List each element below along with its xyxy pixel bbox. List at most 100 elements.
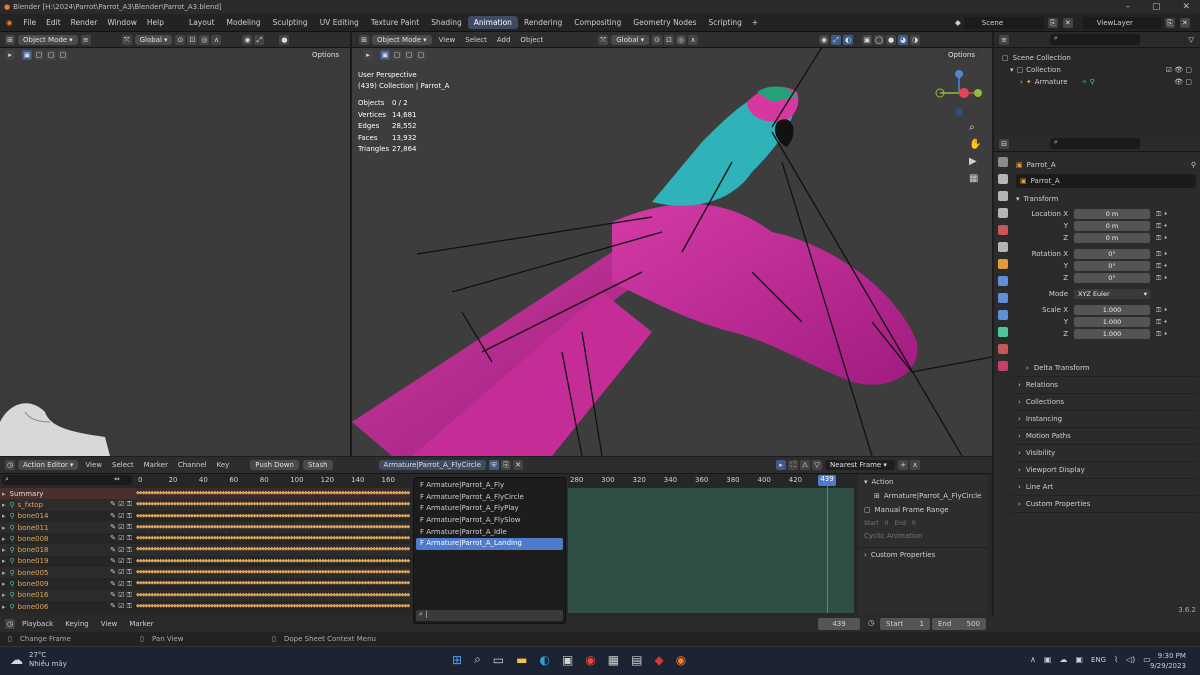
panel-line-art[interactable]: › Line Art	[1012, 479, 1198, 496]
expand-icon[interactable]: ▸	[2, 524, 6, 532]
props-type-icon[interactable]: ⊟	[999, 138, 1009, 149]
errors-icon[interactable]: ⚠	[800, 460, 811, 470]
outliner-type-icon[interactable]: ≡	[999, 34, 1009, 45]
close-icon[interactable]: ✕	[1182, 2, 1190, 12]
expand-icon[interactable]: ▸	[2, 603, 6, 611]
panel-collections[interactable]: › Collections	[1012, 394, 1198, 411]
armature-row[interactable]: › ✦ Armature ✧ ⚲ 👁 ▢	[1002, 76, 1192, 88]
keyframe-row[interactable]: ◆◆◆◆◆◆◆◆◆◆◆◆◆◆◆◆◆◆◆◆◆◆◆◆◆◆◆◆◆◆◆◆◆◆◆◆◆◆◆◆…	[136, 567, 410, 579]
channel-row[interactable]: ▸ ⚲ s_fxtop ✎ ☑ ⚿	[0, 499, 136, 511]
chrome-icon[interactable]: ◉	[585, 653, 595, 667]
visibility-icon[interactable]: 👁 ▢	[1174, 76, 1192, 88]
channel-toggles-icon[interactable]: ✎ ☑ ⚿	[110, 512, 136, 521]
snap-icon[interactable]: ⊡	[187, 34, 198, 45]
channel-toggles-icon[interactable]: ✎ ☑ ⚿	[110, 523, 136, 532]
workspace-tab-shading[interactable]: Shading	[425, 16, 467, 29]
lock-icon[interactable]: ⚿ •	[1156, 318, 1168, 327]
channel-toggle-icon[interactable]: ⇔	[114, 475, 120, 483]
rotation-field[interactable]: 0°	[1074, 249, 1150, 259]
menu-edit[interactable]: Edit	[41, 18, 66, 27]
lock-icon[interactable]: ⚿ •	[1156, 222, 1168, 231]
dope-editor-type-icon[interactable]: ◷	[5, 460, 15, 470]
workspace-tab-sculpting[interactable]: Sculpting	[267, 16, 314, 29]
select-mode-extend-icon[interactable]: ▢	[34, 50, 44, 60]
action-option[interactable]: F Armature|Parrot_A_Landing	[416, 538, 563, 551]
channel-row[interactable]: ▸ ⚲ bone019 ✎ ☑ ⚿	[0, 555, 136, 568]
expand-icon[interactable]: ▸	[2, 580, 6, 588]
end-frame-field[interactable]: End 500	[932, 618, 986, 630]
weather-widget[interactable]: ☁ 27°C Nhiều mây	[10, 651, 67, 669]
start-icon[interactable]: ⊞	[452, 653, 462, 667]
data-tab-icon[interactable]	[998, 327, 1008, 337]
frame-ruler-right[interactable]: 280 300 320 340 360 380 400 420	[568, 475, 854, 487]
falloff-icon[interactable]: ∧	[211, 34, 222, 45]
photos-icon[interactable]: ▣	[562, 653, 573, 667]
select-mode-subtract-icon[interactable]: ▢	[46, 50, 56, 60]
channel-row[interactable]: ▸ ⚲ bone009 ✎ ☑ ⚿	[0, 578, 136, 590]
duplicate-action-icon[interactable]: ⎘	[501, 460, 512, 470]
left-shading-icon[interactable]: ●	[279, 34, 290, 45]
action-option[interactable]: F Armature|Parrot_A_FlyCircle	[416, 492, 563, 504]
expand-icon[interactable]: ▸	[2, 535, 6, 543]
expand-icon[interactable]: ▸	[2, 490, 6, 498]
left-visibility-icon[interactable]: ◉	[242, 34, 253, 45]
action-option[interactable]: F Armature|Parrot_A_FlySlow	[416, 515, 563, 527]
keyframe-row[interactable]: ◆◆◆◆◆◆◆◆◆◆◆◆◆◆◆◆◆◆◆◆◆◆◆◆◆◆◆◆◆◆◆◆◆◆◆◆◆◆◆◆…	[136, 600, 410, 613]
expand-icon[interactable]: ▸	[2, 591, 6, 599]
scene-selector[interactable]: Scene	[963, 16, 1044, 29]
particles-tab-icon[interactable]	[998, 293, 1008, 303]
menu-help[interactable]: Help	[142, 18, 169, 27]
checkbox-icon[interactable]: ▢	[864, 506, 871, 514]
clock[interactable]: 9:30 PM 9/29/2023	[1150, 651, 1186, 671]
expand-icon[interactable]: ▾	[1010, 64, 1014, 76]
channel-toggles-icon[interactable]: ✎ ☑ ⚿	[110, 500, 136, 509]
taskbar-search-icon[interactable]: ⌕	[474, 652, 481, 667]
volume-icon[interactable]: ◁)	[1126, 655, 1135, 664]
action-panel-header[interactable]: ▾ Action	[858, 475, 988, 489]
panel-motion-paths[interactable]: › Motion Paths	[1012, 428, 1198, 445]
left-viewport[interactable]: ⊞ Object Mode ▾ ≡ ⤧ Global ▾ ⊙ ⊡ ◎ ∧ ◉ ⤢ ●…	[0, 32, 351, 456]
lock-icon[interactable]: ⚿ •	[1156, 234, 1168, 243]
action-search[interactable]: ⌕ |	[416, 610, 563, 621]
dope-mode-dropdown[interactable]: Action Editor ▾	[18, 460, 79, 470]
world-tab-icon[interactable]	[998, 242, 1008, 252]
keyframe-row[interactable]: ◆◆◆◆◆◆◆◆◆◆◆◆◆◆◆◆◆◆◆◆◆◆◆◆◆◆◆◆◆◆◆◆◆◆◆◆◆◆◆◆…	[136, 488, 410, 500]
texture-tab-icon[interactable]	[998, 361, 1008, 371]
keyframe-row[interactable]: ◆◆◆◆◆◆◆◆◆◆◆◆◆◆◆◆◆◆◆◆◆◆◆◆◆◆◆◆◆◆◆◆◆◆◆◆◆◆◆◆…	[136, 499, 410, 511]
scale-field[interactable]: 1.000	[1074, 305, 1150, 315]
left-mode-dropdown[interactable]: Object Mode ▾	[18, 34, 78, 45]
keyframe-row[interactable]: ◆◆◆◆◆◆◆◆◆◆◆◆◆◆◆◆◆◆◆◆◆◆◆◆◆◆◆◆◆◆◆◆◆◆◆◆◆◆◆◆…	[136, 578, 410, 590]
camera-icon[interactable]: ▶	[969, 156, 981, 167]
action-option[interactable]: F Armature|Parrot_A_Fly	[416, 480, 563, 492]
dope-filter-icon[interactable]: ▽	[812, 460, 823, 470]
location-field[interactable]: 0 m	[1074, 221, 1150, 231]
current-frame-field[interactable]: 439	[818, 618, 860, 630]
scene-tab-icon[interactable]	[998, 225, 1008, 235]
current-frame-indicator[interactable]: 439	[818, 475, 836, 486]
expand-icon[interactable]: ▸	[2, 501, 6, 509]
fake-user-icon[interactable]: ⛨	[489, 460, 500, 470]
scale-field[interactable]: 1.000	[1074, 317, 1150, 327]
channel-toggles-icon[interactable]: ✎ ☑ ⚿	[110, 602, 136, 611]
keyframe-row[interactable]: ◆◆◆◆◆◆◆◆◆◆◆◆◆◆◆◆◆◆◆◆◆◆◆◆◆◆◆◆◆◆◆◆◆◆◆◆◆◆◆◆…	[136, 521, 410, 534]
zoom-icon[interactable]: ⌕	[969, 122, 981, 133]
playback-menu-keying[interactable]: Keying	[59, 620, 95, 628]
workspace-tab-modeling[interactable]: Modeling	[221, 16, 267, 29]
action-option[interactable]: F Armature|Parrot_A_FlyPlay	[416, 503, 563, 515]
maximize-icon[interactable]: ▢	[1152, 2, 1161, 12]
file-explorer-icon[interactable]: ▬	[516, 653, 527, 667]
modifier-tab-icon[interactable]	[998, 276, 1008, 286]
workspace-tab-rendering[interactable]: Rendering	[518, 16, 568, 29]
lock-icon[interactable]: ⚿ •	[1156, 210, 1168, 219]
filter-icon[interactable]: ▽	[1188, 35, 1200, 44]
add-workspace-icon[interactable]: +	[748, 18, 762, 27]
stash-button[interactable]: Stash	[302, 460, 333, 470]
keyframe-row[interactable]: ◆◆◆◆◆◆◆◆◆◆◆◆◆◆◆◆◆◆◆◆◆◆◆◆◆◆◆◆◆◆◆◆◆◆◆◆◆◆◆◆…	[136, 510, 410, 522]
rotation-mode-dropdown[interactable]: XYZ Euler ▾	[1074, 289, 1150, 299]
wifi-icon[interactable]: ⌇	[1114, 655, 1118, 664]
grid-icon[interactable]: ▦	[969, 173, 981, 184]
channel-row[interactable]: ▸ ⚲ bone018 ✎ ☑ ⚿	[0, 544, 136, 556]
dope-menu-view[interactable]: View	[80, 461, 107, 469]
collection-row[interactable]: ▾ ▢ Collection ☑ 👁 ▢	[1002, 64, 1192, 76]
location-field[interactable]: 0 m	[1074, 233, 1150, 243]
